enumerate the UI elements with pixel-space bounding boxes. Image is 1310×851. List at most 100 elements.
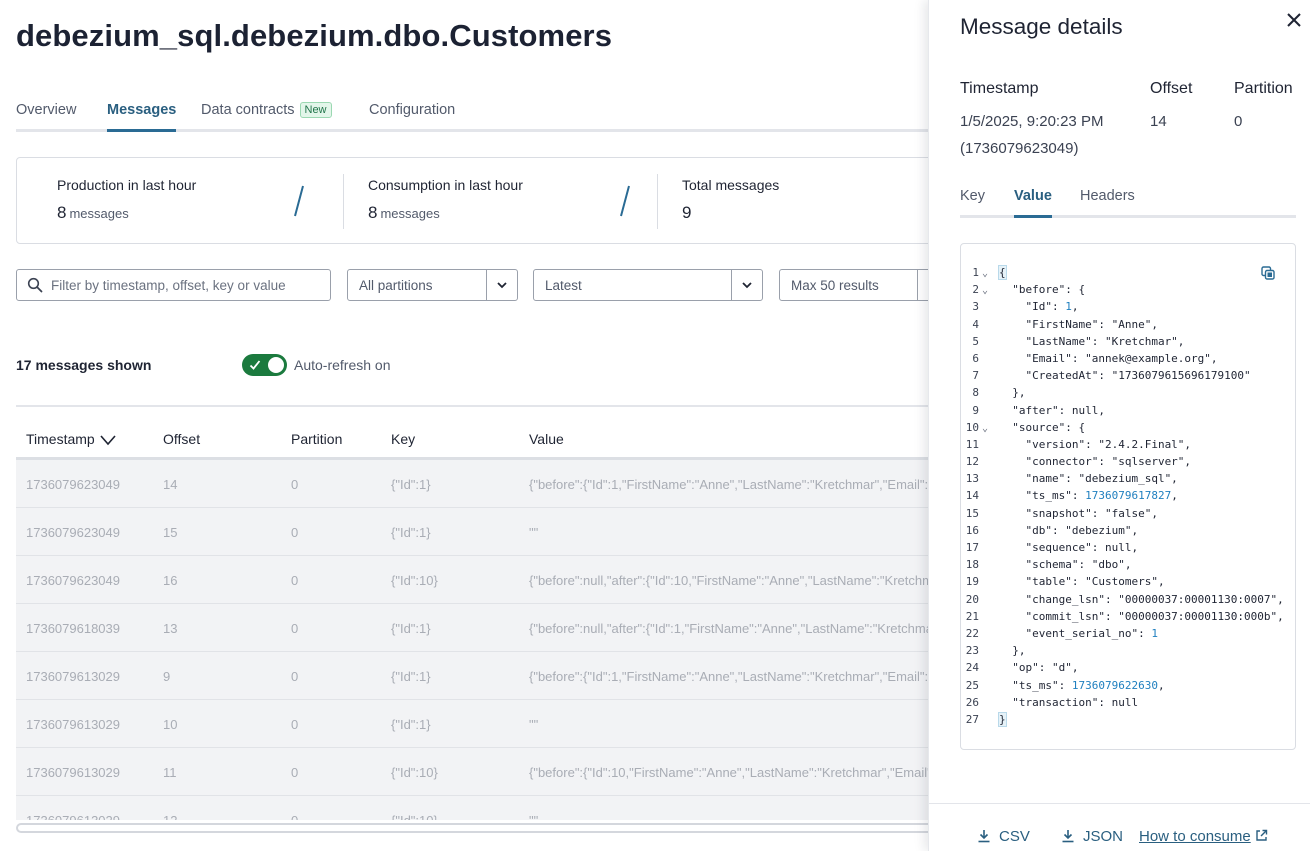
column-timestamp[interactable]: Timestamp [26, 431, 117, 447]
table-row[interactable]: 1736079623049 15 0 {"Id":1} "" [16, 508, 928, 556]
table-row[interactable]: 1736079613029 9 0 {"Id":1} {"before":{"Id":1… [16, 652, 928, 700]
line-number: 22 [965, 626, 979, 640]
code-text: "db": "debezium", [999, 522, 1138, 539]
code-text: "Id": 1, [999, 298, 1078, 315]
tab-messages[interactable]: Messages [107, 102, 177, 132]
new-badge: New [299, 102, 332, 118]
code-token: , [1171, 489, 1178, 503]
table-row[interactable]: 1736079613029 11 0 {"Id":10} {"before":{"Id"… [16, 748, 928, 796]
fold-chevron-icon[interactable]: ⌄ [982, 420, 988, 437]
cell-offset: 15 [163, 525, 178, 540]
messages-table-body: 1736079623049 14 0 {"Id":1} {"before":{"Id":… [16, 460, 928, 820]
how-to-consume-label: How to consume [1139, 828, 1251, 845]
code-text: "CreatedAt": "1736079615696179100" [999, 367, 1251, 384]
topic-tabs: Overview Messages Data contracts New Conf… [16, 100, 928, 132]
cell-key: {"Id":10} [391, 573, 438, 588]
cell-partition: 0 [291, 621, 299, 636]
consumption-stat: Consumption in last hour 8 messages [368, 177, 523, 223]
timestamp-value: 1/5/2025, 9:20:23 PM (1736079623049) [960, 108, 1103, 162]
code-token: }, [999, 386, 1026, 400]
code-text: "schema": "dbo", [999, 556, 1131, 573]
code-text: "commit_lsn": "00000037:00001130:000b", [999, 608, 1283, 625]
fold-chevron-icon[interactable]: ⌄ [982, 265, 988, 282]
fold-chevron-icon[interactable]: ⌄ [982, 282, 988, 299]
code-token: "ts_ms": [999, 489, 1086, 503]
tab-headers[interactable]: Headers [1080, 188, 1135, 218]
code-token: "schema": "dbo", [999, 558, 1132, 572]
cell-value: {"before":{"Id":1,"FirstName":"Anne","La… [529, 477, 928, 492]
code-text: "LastName": "Kretchmar", [999, 333, 1184, 350]
code-line: 2 ⌄ "before": { [961, 281, 1295, 299]
stat-divider [657, 174, 658, 229]
horizontal-scrollbar[interactable] [16, 823, 928, 833]
consumption-unit: messages [380, 206, 440, 221]
how-to-consume-link[interactable]: How to consume [1139, 828, 1268, 845]
column-offset[interactable]: Offset [163, 431, 200, 447]
code-token: "after": null, [999, 403, 1105, 417]
line-number: 15 [965, 506, 979, 520]
line-number: 2 [972, 283, 979, 297]
code-token: { [998, 265, 1007, 280]
code-token: "table": "Customers", [999, 575, 1165, 589]
line-number: 23 [965, 644, 979, 658]
code-line: 18 "schema": "dbo", [961, 556, 1295, 573]
tab-configuration[interactable]: Configuration [369, 102, 455, 132]
code-token: "CreatedAt": "1736079615696179100" [999, 369, 1251, 383]
code-line: 17 "sequence": null, [961, 539, 1295, 556]
chevron-down-icon [742, 282, 752, 289]
max-results-dropdown-button[interactable] [917, 270, 928, 300]
code-token: "ts_ms": [999, 678, 1072, 692]
line-number: 4 [972, 317, 979, 331]
table-row[interactable]: 1736079623049 14 0 {"Id":1} {"before":{"Id":… [16, 460, 928, 508]
table-row[interactable]: 1736079623049 16 0 {"Id":10} {"before":null,… [16, 556, 928, 604]
cell-value: {"before":null,"after":{"Id":1,"FirstNam… [529, 621, 928, 636]
close-icon[interactable] [1284, 10, 1304, 30]
tab-overview[interactable]: Overview [16, 102, 76, 132]
code-line: 1 ⌄ { [961, 264, 1295, 282]
cell-value: {"before":null,"after":{"Id":10,"FirstNa… [529, 573, 928, 588]
partitions-select[interactable]: All partitions [347, 269, 518, 301]
json-number: 1 [1065, 300, 1072, 314]
cell-value: {"before":{"Id":1,"FirstName":"Anne","La… [529, 669, 928, 684]
column-key[interactable]: Key [391, 431, 415, 447]
code-line: 5 "LastName": "Kretchmar", [961, 333, 1295, 350]
tab-value[interactable]: Value [1014, 188, 1052, 218]
timestamp-date: 1/5/2025, 9:20:23 PM [960, 113, 1104, 130]
column-partition[interactable]: Partition [291, 431, 342, 447]
code-line: 27} [961, 711, 1295, 728]
code-token: , [1071, 300, 1079, 314]
total-stat: Total messages 9 [682, 177, 779, 223]
code-token: "FirstName": "Anne", [999, 317, 1158, 331]
offset-dropdown-button[interactable] [731, 270, 762, 300]
max-results-select[interactable]: Max 50 results [779, 269, 928, 301]
table-row[interactable]: 1736079618039 13 0 {"Id":1} {"before":null,"… [16, 604, 928, 652]
consumption-label: Consumption in last hour [368, 177, 523, 193]
partitions-dropdown-button[interactable] [486, 270, 517, 300]
cell-timestamp: 1736079613029 [26, 669, 120, 684]
auto-refresh-toggle[interactable] [242, 354, 287, 376]
cell-offset: 12 [163, 813, 177, 820]
download-json-button[interactable]: JSON [1061, 828, 1123, 845]
tab-key[interactable]: Key [960, 188, 985, 218]
code-token: "LastName": "Kretchmar", [999, 334, 1185, 348]
table-row[interactable]: 1736079613029 10 0 {"Id":1} "" [16, 700, 928, 748]
cell-partition: 0 [291, 669, 299, 684]
cell-timestamp: 1736079613029 [26, 717, 120, 732]
column-value[interactable]: Value [529, 431, 564, 447]
filter-search[interactable] [16, 269, 331, 301]
offset-select[interactable]: Latest [533, 269, 763, 301]
toggle-knob [268, 357, 284, 373]
code-line: 8 }, [961, 384, 1295, 401]
tab-data-contracts[interactable]: Data contracts New [201, 102, 332, 132]
table-row[interactable]: 1736079613029 12 0 {"Id":10} "" [16, 796, 928, 820]
production-value: 8 messages [57, 203, 196, 223]
search-input[interactable] [51, 271, 321, 299]
consumption-count: 8 [368, 203, 378, 222]
line-number: 11 [965, 437, 979, 451]
cell-key: {"Id":1} [391, 477, 431, 492]
code-text: "ts_ms": 1736079617827, [999, 487, 1178, 504]
line-number: 18 [965, 558, 979, 572]
line-number: 3 [972, 300, 979, 314]
download-csv-button[interactable]: CSV [977, 828, 1030, 845]
download-icon [1062, 830, 1074, 843]
